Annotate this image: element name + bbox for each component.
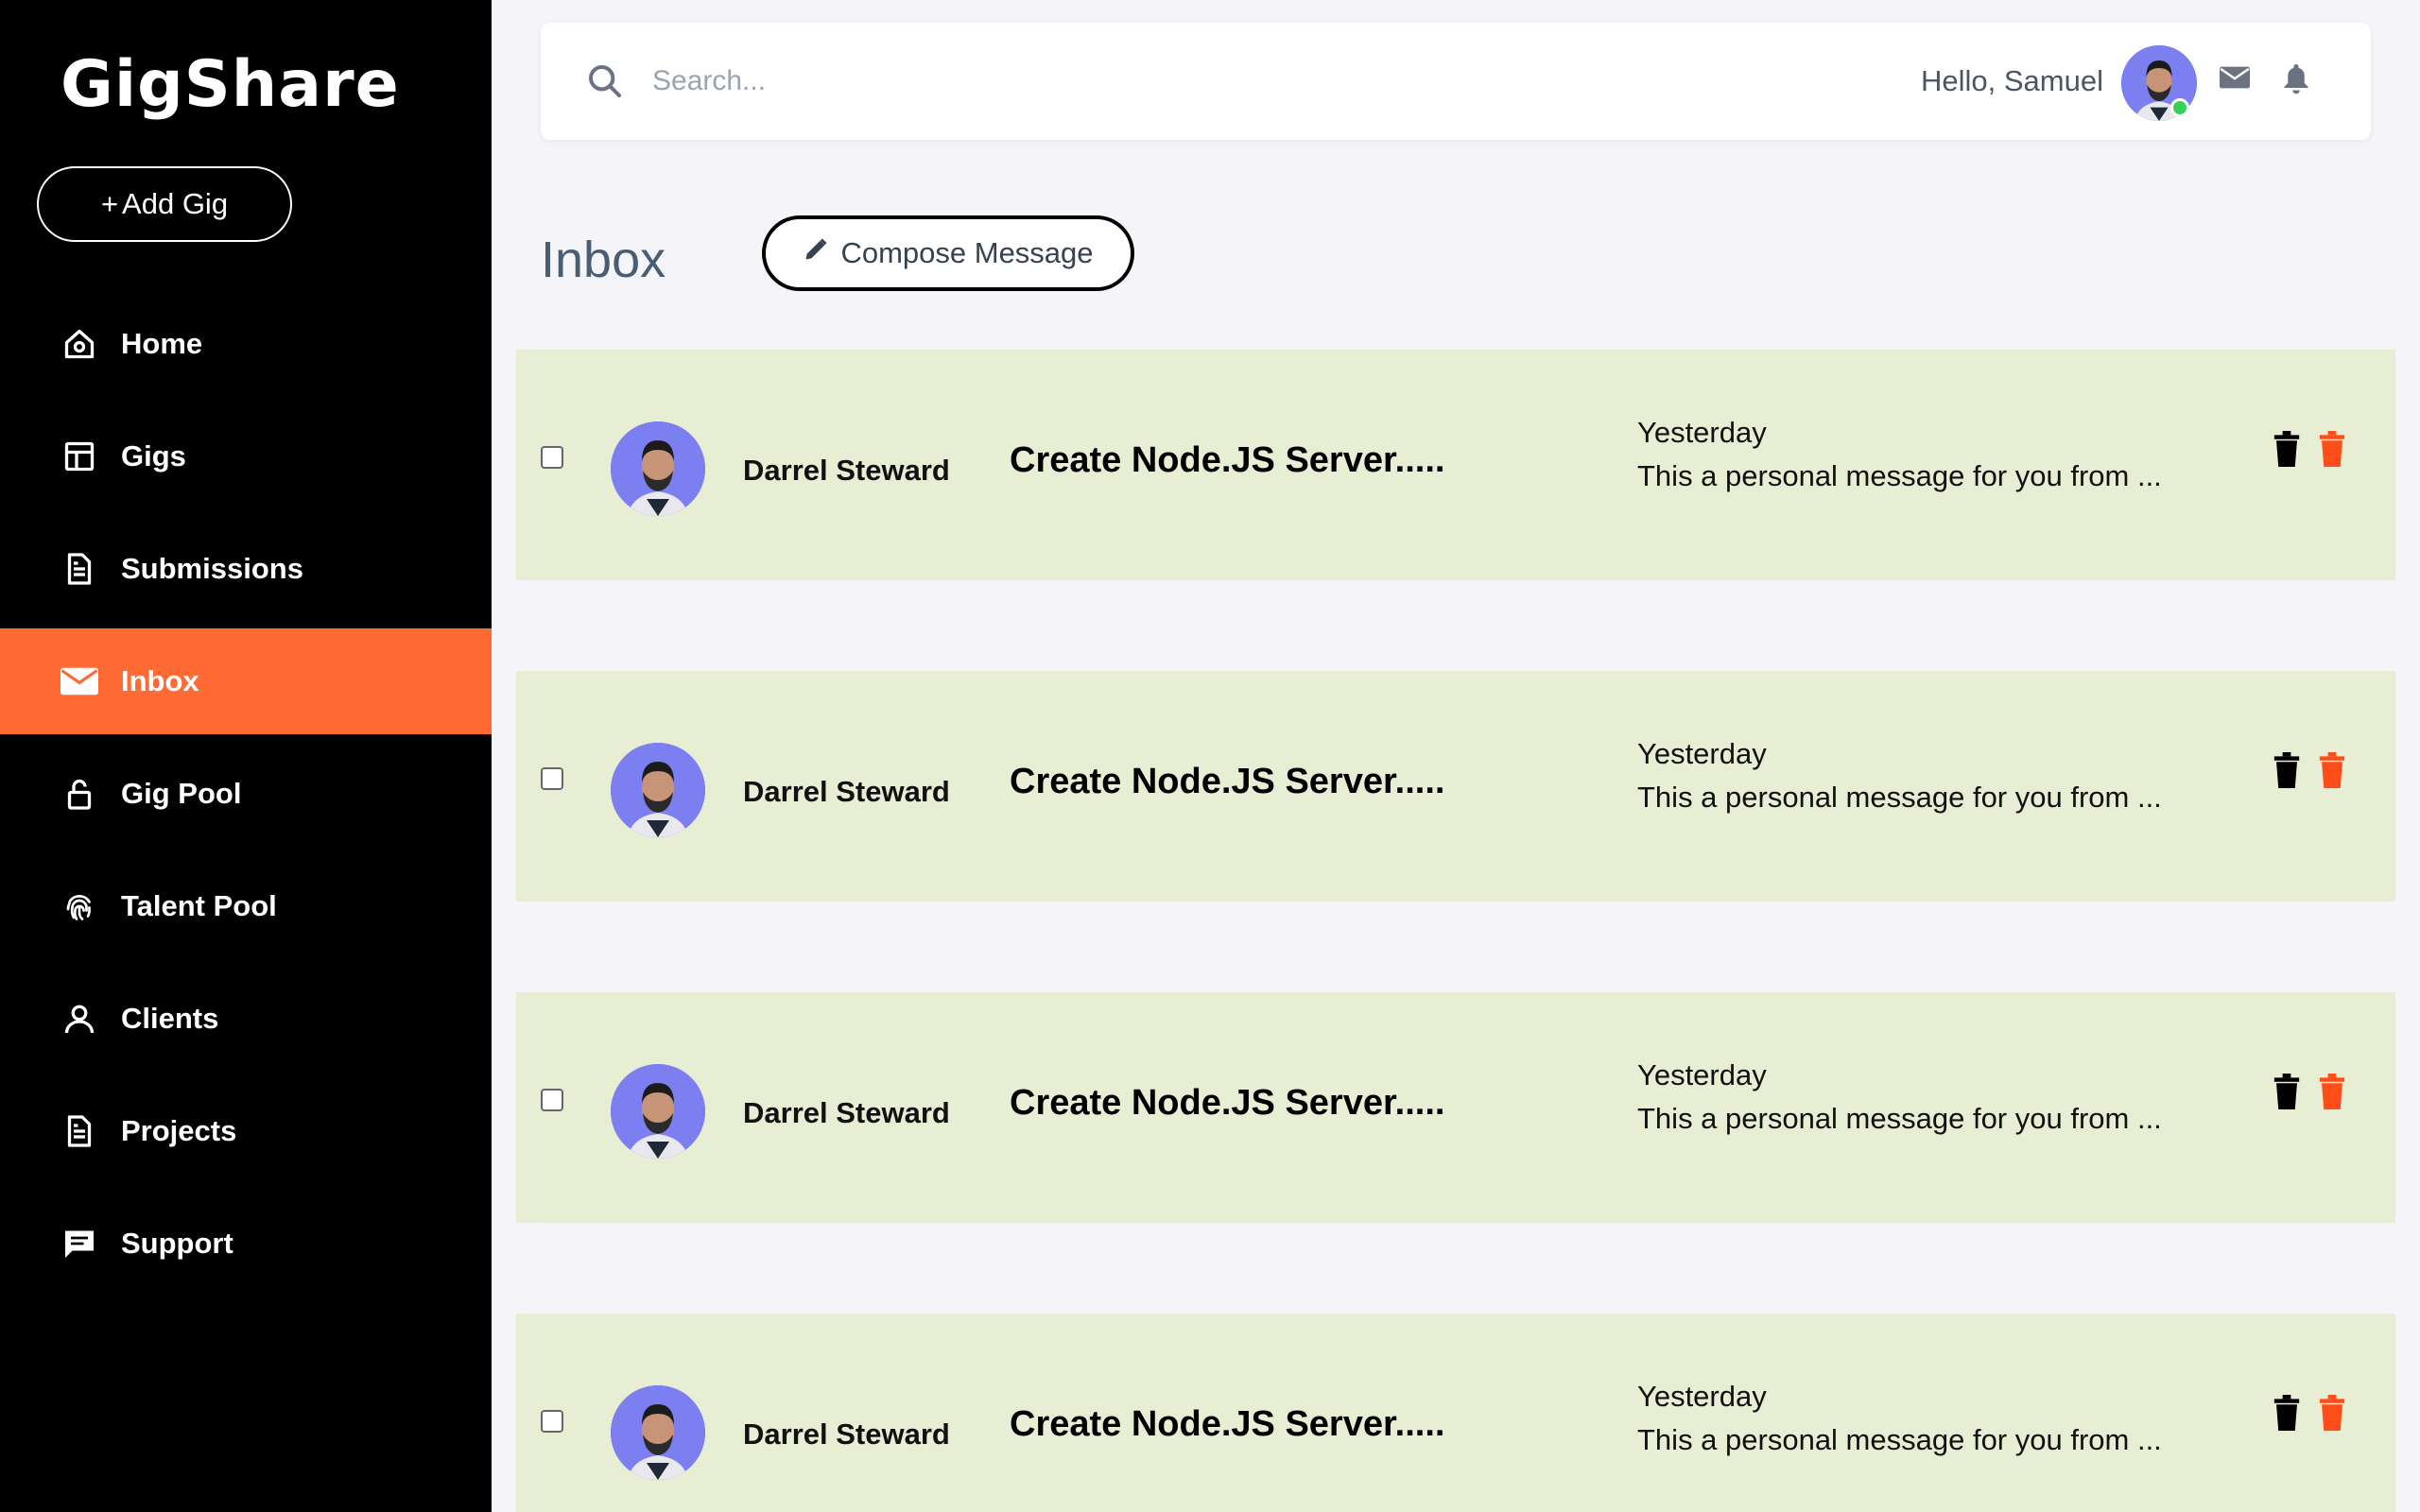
message-sender: Darrel Steward [743,1096,950,1129]
sender-avatar [611,1385,705,1480]
lock-icon [60,775,98,813]
envelope-icon [60,662,98,700]
message-subject: Create Node.JS Server..... [1010,440,1445,480]
trash-icon[interactable] [2273,1074,2301,1114]
pencil-icon [803,236,829,270]
sidebar-item-gigs[interactable]: Gigs [0,404,492,509]
chat-icon [60,1225,98,1263]
sidebar-item-gig-pool[interactable]: Gig Pool [0,741,492,847]
sidebar-item-label: Submissions [121,552,303,585]
message-date: Yesterday [1637,416,1767,449]
sidebar-item-submissions[interactable]: Submissions [0,516,492,622]
page-title: Inbox [541,232,666,288]
message-subject: Create Node.JS Server..... [1010,1083,1445,1123]
add-gig-button[interactable]: + Add Gig [37,166,292,242]
user-icon [60,1000,98,1038]
online-status-indicator [2170,98,2189,117]
message-date: Yesterday [1637,1380,1767,1413]
app-logo[interactable]: GigShare [60,47,400,122]
message-row[interactable]: Darrel Steward Create Node.JS Server....… [516,992,2395,1223]
sidebar-item-inbox[interactable]: Inbox [0,628,492,734]
sidebar-item-label: Talent Pool [121,889,277,922]
message-subject: Create Node.JS Server..... [1010,1404,1445,1444]
delete-icon[interactable] [2318,431,2346,472]
message-checkbox[interactable] [541,1089,563,1111]
plus-icon: + [100,187,119,220]
search-icon[interactable] [586,62,624,105]
sidebar-item-label: Gigs [121,439,186,472]
document-icon [60,550,98,588]
bell-icon[interactable] [2282,62,2310,99]
message-subject: Create Node.JS Server..... [1010,762,1445,801]
message-preview: This a personal message for you from ... [1637,781,2162,814]
search-input[interactable] [652,55,1314,108]
sidebar-item-home[interactable]: Home [0,291,492,397]
sender-avatar [611,743,705,837]
sidebar-item-label: Home [121,327,203,360]
message-checkbox[interactable] [541,446,563,469]
sidebar-item-label: Inbox [121,664,199,697]
sidebar-item-talent-pool[interactable]: Talent Pool [0,853,492,959]
document-icon [60,1112,98,1150]
sidebar-item-support[interactable]: Support [0,1191,492,1297]
compose-message-button[interactable]: Compose Message [762,215,1134,291]
top-bar: Hello, Samuel [541,23,2371,140]
layout-icon [60,438,98,475]
sidebar-item-label: Projects [121,1114,237,1147]
message-sender: Darrel Steward [743,1418,950,1451]
sidebar: GigShare + Add Gig Home Gigs Submissions… [0,0,492,1512]
message-sender: Darrel Steward [743,454,950,487]
sender-avatar [611,1064,705,1159]
message-sender: Darrel Steward [743,775,950,808]
fingerprint-icon [60,887,98,925]
trash-icon[interactable] [2273,1395,2301,1435]
message-preview: This a personal message for you from ... [1637,459,2162,492]
message-preview: This a personal message for you from ... [1637,1102,2162,1135]
sender-avatar [611,421,705,516]
delete-icon[interactable] [2318,1074,2346,1114]
message-date: Yesterday [1637,1058,1767,1091]
sidebar-item-clients[interactable]: Clients [0,966,492,1072]
message-row[interactable]: Darrel Steward Create Node.JS Server....… [516,350,2395,580]
message-row[interactable]: Darrel Steward Create Node.JS Server....… [516,671,2395,902]
compose-label: Compose Message [840,236,1094,269]
trash-icon[interactable] [2273,431,2301,472]
user-greeting: Hello, Samuel [1921,64,2103,97]
message-row[interactable]: Darrel Steward Create Node.JS Server....… [516,1314,2395,1512]
trash-icon[interactable] [2273,752,2301,793]
add-gig-label: Add Gig [122,187,229,220]
message-date: Yesterday [1637,737,1767,770]
message-preview: This a personal message for you from ... [1637,1423,2162,1456]
sidebar-item-projects[interactable]: Projects [0,1078,492,1184]
message-checkbox[interactable] [541,767,563,790]
sidebar-item-label: Gig Pool [121,777,242,810]
sidebar-item-label: Support [121,1227,233,1260]
mail-icon[interactable] [2220,66,2250,94]
delete-icon[interactable] [2318,1395,2346,1435]
home-icon [60,325,98,363]
sidebar-item-label: Clients [121,1002,219,1035]
message-checkbox[interactable] [541,1410,563,1433]
delete-icon[interactable] [2318,752,2346,793]
